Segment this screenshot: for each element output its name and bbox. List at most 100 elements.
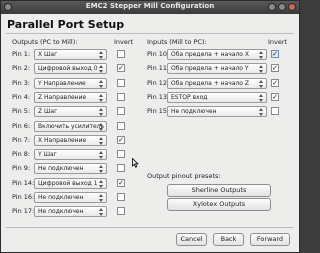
cancel-button[interactable]: Cancel: [176, 233, 207, 246]
output-invert-checkbox[interactable]: [117, 193, 125, 201]
output-pin-row: Pin 7: X Направление ✓: [12, 134, 127, 146]
output-pin-label: Pin 9:: [12, 164, 31, 173]
combo-arrows-icon: [99, 179, 104, 188]
output-pin-row: Pin 6: Включить усилитель: [12, 120, 127, 132]
output-pin-select[interactable]: X Шаг: [34, 49, 107, 60]
input-pin-select-value: Не подключен: [171, 108, 217, 116]
back-label: Back: [220, 235, 237, 243]
output-invert-checkbox[interactable]: [117, 92, 125, 101]
input-pin-label: Pin 10:: [147, 50, 170, 58]
combo-arrows-icon: [99, 165, 104, 174]
window-title: EMC2 Stepper Mill Configuration: [85, 2, 215, 10]
output-pin-row: Pin 1: X Шаг: [12, 49, 127, 60]
output-pin-select-value: Z Шаг: [38, 108, 58, 116]
output-invert-checkbox[interactable]: [117, 164, 125, 173]
output-pin-row: Pin 5: Z Шаг: [12, 106, 127, 118]
output-pin-select[interactable]: Z Шаг: [34, 106, 107, 118]
input-pin-select-value: Оба предела + начало Y: [171, 65, 249, 73]
output-pin-row: Pin 8: Y Шаг: [12, 149, 127, 161]
cancel-label: Cancel: [180, 235, 203, 243]
output-pin-select[interactable]: Не подключен: [34, 192, 107, 203]
output-pin-label: Pin 3:: [12, 78, 31, 87]
output-pin-select-value: Цифровой выход 0: [38, 65, 98, 73]
outputs-section-label: Outputs (PC to Mill):: [12, 38, 78, 46]
input-pin-label: Pin 12:: [147, 78, 170, 87]
input-pin-select-value: ESTOP вход: [171, 93, 208, 101]
combo-arrows-icon: [99, 122, 104, 131]
output-pin-select[interactable]: Цифровой выход 0: [34, 63, 107, 75]
output-pin-select[interactable]: Z Направление: [34, 91, 107, 103]
presets-label: Output pinout presets:: [147, 172, 221, 180]
input-pin-label: Pin 15:: [147, 107, 170, 116]
input-invert-checkbox[interactable]: ✓: [271, 50, 279, 58]
input-pin-select[interactable]: ESTOP вход: [167, 91, 267, 103]
output-pin-label: Pin 1:: [12, 50, 31, 58]
input-pin-label: Pin 11:: [147, 64, 170, 73]
output-invert-checkbox[interactable]: [117, 150, 125, 159]
input-invert-checkbox[interactable]: [271, 107, 279, 116]
output-invert-checkbox[interactable]: ✓: [117, 135, 125, 144]
input-invert-checkbox[interactable]: ✓: [271, 64, 279, 73]
output-invert-checkbox[interactable]: [117, 207, 125, 216]
output-pin-label: Pin 14:: [12, 178, 35, 187]
output-pin-row: Pin 3: Y Направление: [12, 77, 127, 89]
input-pin-select-value: Оба предела + начало X: [171, 51, 249, 58]
outputs-invert-label: Invert: [114, 38, 134, 46]
input-pin-select[interactable]: Оба предела + начало Y: [167, 63, 267, 75]
output-pin-row: Pin 14: Цифровой выход 1 ✓: [12, 177, 127, 189]
output-pin-select[interactable]: Включить усилитель: [34, 120, 107, 132]
combo-arrows-icon: [259, 93, 264, 102]
output-invert-checkbox[interactable]: ✓: [117, 64, 125, 73]
input-pin-select[interactable]: Не подключен: [167, 106, 267, 118]
combo-arrows-icon: [99, 65, 104, 74]
output-invert-checkbox[interactable]: [117, 50, 125, 58]
forward-button[interactable]: Forward: [250, 233, 290, 246]
output-pin-select-value: Включить усилитель: [38, 122, 105, 130]
combo-arrows-icon: [99, 208, 104, 217]
combo-arrows-icon: [99, 93, 104, 102]
output-invert-checkbox[interactable]: [117, 78, 125, 87]
input-pin-label: Pin 13:: [147, 92, 170, 101]
output-pin-row: Pin 4: Z Направление: [12, 91, 127, 103]
output-invert-checkbox[interactable]: [117, 107, 125, 116]
combo-arrows-icon: [259, 65, 264, 74]
output-pin-select-value: Y Шаг: [38, 151, 57, 159]
output-pin-label: Pin 17:: [12, 207, 35, 216]
output-pin-select[interactable]: Не подключен: [34, 163, 107, 175]
output-invert-checkbox[interactable]: [117, 121, 125, 130]
output-pin-row: Pin 16: Не подключен: [12, 192, 127, 203]
output-pin-label: Pin 4:: [12, 92, 31, 101]
input-pin-row: Pin 11: Оба предела + начало Y ✓: [147, 63, 292, 75]
output-pin-select[interactable]: Цифровой выход 1: [34, 177, 107, 189]
output-pin-label: Pin 2:: [12, 64, 31, 73]
output-pin-select[interactable]: Y Шаг: [34, 149, 107, 161]
sherline-outputs-button[interactable]: Sherline Outputs: [167, 184, 271, 197]
input-invert-checkbox[interactable]: ✓: [271, 78, 279, 87]
input-pin-row: Pin 10: Оба предела + начало X ✓: [147, 49, 292, 60]
back-button[interactable]: Back: [213, 233, 244, 246]
xylotex-outputs-button[interactable]: Xylotex Outputs: [167, 198, 271, 211]
minimize-icon[interactable]: [268, 3, 276, 11]
output-pin-select[interactable]: Y Направление: [34, 77, 107, 89]
output-pin-select-value: Y Направление: [38, 79, 86, 87]
output-invert-checkbox[interactable]: ✓: [117, 178, 125, 187]
output-pin-label: Pin 8:: [12, 150, 31, 159]
output-pin-select-value: X Направление: [38, 136, 87, 144]
output-pin-label: Pin 5:: [12, 107, 31, 116]
close-icon[interactable]: [288, 3, 296, 11]
sherline-outputs-label: Sherline Outputs: [191, 186, 247, 194]
input-pin-select[interactable]: Оба предела + начало Z: [167, 77, 267, 89]
output-pin-select-value: X Шаг: [38, 51, 58, 58]
input-invert-checkbox[interactable]: ✓: [271, 92, 279, 101]
input-pin-select[interactable]: Оба предела + начало X: [167, 49, 267, 60]
combo-arrows-icon: [99, 79, 104, 88]
xylotex-outputs-label: Xylotex Outputs: [192, 200, 246, 208]
combo-arrows-icon: [99, 151, 104, 160]
output-pin-select[interactable]: X Направление: [34, 134, 107, 146]
output-pin-select-value: Цифровой выход 1: [38, 179, 98, 187]
input-pin-row: Pin 13: ESTOP вход ✓: [147, 91, 292, 103]
maximize-icon[interactable]: [278, 3, 286, 11]
config-window: EMC2 Stepper Mill Configuration Parallel…: [0, 0, 300, 253]
output-pin-select[interactable]: Не подключен: [34, 206, 107, 218]
output-pin-label: Pin 7:: [12, 135, 31, 144]
